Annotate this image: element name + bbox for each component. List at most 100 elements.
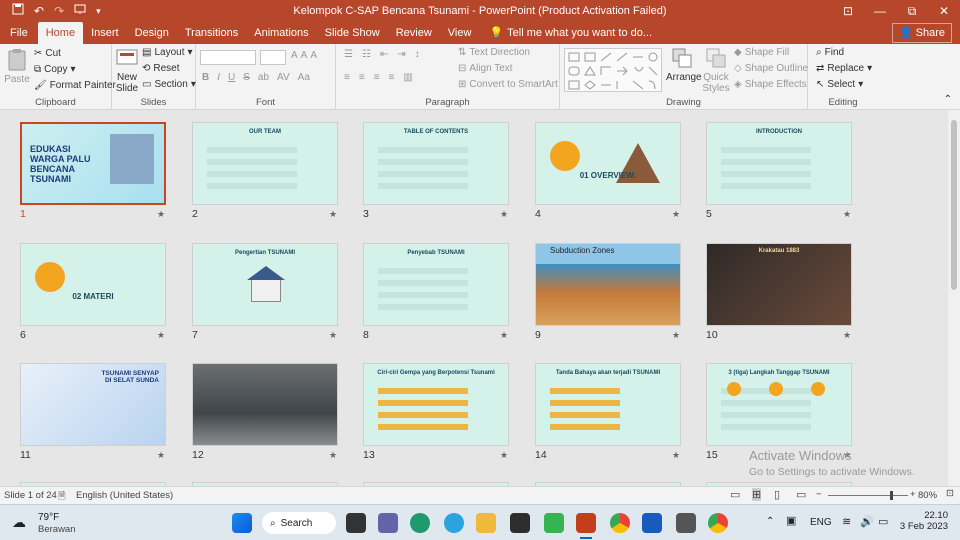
layout-button[interactable]: ▤ Layout ▾	[142, 47, 193, 58]
slide-thumbnail[interactable]: 02 MATERI	[20, 243, 166, 326]
tab-file[interactable]: File	[0, 22, 38, 44]
underline-button[interactable]: U	[228, 72, 235, 83]
shadow-button[interactable]: AV	[277, 72, 290, 83]
ribbon-display-icon[interactable]: ⊡	[832, 0, 864, 22]
green-app-icon[interactable]	[544, 513, 564, 533]
windows-start-icon[interactable]	[232, 513, 252, 533]
align-right-icon[interactable]: ≡	[374, 72, 380, 83]
tab-slide-show[interactable]: Slide Show	[317, 22, 388, 44]
slide-thumbnail[interactable]: Krakatau 1883	[706, 243, 852, 326]
clock[interactable]: 22.10 3 Feb 2023	[898, 510, 948, 532]
chrome-icon[interactable]	[610, 513, 630, 533]
telegram-icon[interactable]	[444, 513, 464, 533]
strike-button[interactable]: S	[243, 72, 250, 83]
zoom-slider-thumb[interactable]	[890, 491, 893, 500]
powerpoint-icon[interactable]	[576, 513, 596, 533]
slide-thumbnail[interactable]: Pengertian TSUNAMI	[192, 243, 338, 326]
language-indicator[interactable]: ENG	[810, 517, 832, 528]
replace-button[interactable]: ⇄ Replace ▾	[816, 63, 872, 74]
transition-star-icon[interactable]: ★	[672, 450, 680, 461]
change-case-button[interactable]: Aa	[298, 72, 310, 83]
scrollbar-thumb[interactable]	[951, 120, 957, 290]
shapes-gallery[interactable]	[564, 48, 662, 92]
transition-star-icon[interactable]: ★	[672, 330, 680, 341]
numbering-icon[interactable]: ☷	[362, 49, 371, 60]
reading-view-icon[interactable]: ▯	[774, 488, 780, 501]
zoom-in-button[interactable]: +	[910, 489, 916, 500]
slide-thumbnail[interactable]: Ciri-ciri Gempa yang Berpotensi Tsunami	[363, 363, 509, 446]
slide-thumbnail[interactable]: EDUKASI WARGA PALU BENCANA TSUNAMI	[20, 122, 166, 205]
bold-button[interactable]: B	[202, 72, 209, 83]
redo-icon[interactable]: ↷	[54, 0, 64, 22]
slide-thumbnail[interactable]: INTRODUCTION	[706, 122, 852, 205]
line-spacing-icon[interactable]: ↕	[415, 49, 420, 60]
shape-effects-button[interactable]: ◈ Shape Effects	[734, 79, 807, 90]
font-name-input[interactable]	[200, 50, 256, 65]
sticky-app-icon[interactable]	[510, 513, 530, 533]
edge-icon[interactable]	[410, 513, 430, 533]
transition-star-icon[interactable]: ★	[329, 209, 337, 220]
tray-app-icon[interactable]: ▣	[786, 514, 796, 527]
transition-star-icon[interactable]: ★	[329, 330, 337, 341]
tab-insert[interactable]: Insert	[83, 22, 127, 44]
restore-button[interactable]: ⧉	[896, 0, 928, 22]
slide-thumbnail[interactable]: Subduction Zones	[535, 243, 681, 326]
slide-thumbnail[interactable]: TSUNAMI SENYAP DI SELAT SUNDA	[20, 363, 166, 446]
share-button[interactable]: 👤 Share	[891, 23, 952, 43]
slide-thumbnail[interactable]: OUR TEAM	[192, 122, 338, 205]
transition-star-icon[interactable]: ★	[843, 330, 851, 341]
columns-icon[interactable]: ▥	[403, 72, 412, 83]
camera-icon[interactable]	[676, 513, 696, 533]
slide-thumbnail[interactable]	[192, 363, 338, 446]
minimize-button[interactable]: —	[864, 0, 896, 22]
zoom-level[interactable]: 80%	[918, 490, 937, 501]
undo-icon[interactable]: ↶	[34, 0, 44, 22]
volume-icon[interactable]: 🔊	[860, 515, 874, 528]
tell-me-search[interactable]: 💡 Tell me what you want to do...	[479, 22, 652, 44]
language-indicator[interactable]: English (United States)	[76, 490, 173, 501]
reset-button[interactable]: ⟲ Reset	[142, 63, 180, 74]
zoom-slider[interactable]	[828, 491, 908, 500]
clear-format-button[interactable]: A	[310, 50, 317, 61]
chrome-profile-icon[interactable]	[708, 513, 728, 533]
italic-button[interactable]: I	[217, 72, 220, 83]
transition-star-icon[interactable]: ★	[500, 209, 508, 220]
wifi-icon[interactable]: ≋	[842, 515, 851, 528]
align-center-icon[interactable]: ≡	[359, 72, 365, 83]
shape-outline-button[interactable]: ◇ Shape Outline	[734, 63, 808, 74]
fit-window-icon[interactable]: ⊡	[946, 488, 954, 499]
decrease-indent-icon[interactable]: ⇤	[380, 49, 388, 60]
save-icon[interactable]	[12, 0, 24, 22]
spellcheck-icon[interactable]: 🗎	[58, 489, 66, 505]
select-button[interactable]: ↖ Select ▾	[816, 79, 863, 90]
copy-button[interactable]: ⧉ Copy ▾	[34, 64, 76, 75]
file-explorer-icon[interactable]	[476, 513, 496, 533]
transition-star-icon[interactable]: ★	[500, 450, 508, 461]
tab-design[interactable]: Design	[127, 22, 177, 44]
section-button[interactable]: ▭ Section ▾	[142, 79, 196, 90]
slide-thumbnail[interactable]: Tanda Bahaya akan terjadi TSUNAMI	[535, 363, 681, 446]
taskbar-search[interactable]: ⌕ Search	[262, 512, 336, 534]
transition-star-icon[interactable]: ★	[157, 330, 165, 341]
transition-star-icon[interactable]: ★	[157, 450, 165, 461]
slide-thumbnail[interactable]: 01 OVERVIEW:	[535, 122, 681, 205]
cut-button[interactable]: ✂ Cut	[34, 48, 61, 59]
transition-star-icon[interactable]: ★	[672, 209, 680, 220]
bullets-icon[interactable]: ☰	[344, 49, 353, 60]
task-view-icon[interactable]	[346, 513, 366, 533]
tab-view[interactable]: View	[440, 22, 480, 44]
normal-view-icon[interactable]: ▭	[730, 488, 740, 501]
transition-star-icon[interactable]: ★	[843, 209, 851, 220]
teams-icon[interactable]	[378, 513, 398, 533]
slide-thumbnail[interactable]: 3 (tiga) Langkah Tanggap TSUNAMI	[706, 363, 852, 446]
find-button[interactable]: ⌕ Find	[816, 47, 844, 58]
slide-thumbnail[interactable]: TABLE OF CONTENTS	[363, 122, 509, 205]
align-text-button[interactable]: ⊟ Align Text	[458, 63, 513, 74]
transition-star-icon[interactable]: ★	[500, 330, 508, 341]
format-painter-button[interactable]: 🖌 Format Painter	[34, 80, 116, 91]
quick-styles-button[interactable]: Quick Styles	[700, 46, 732, 94]
tray-chevron-icon[interactable]: ⌃	[766, 516, 774, 527]
text-direction-button[interactable]: ⇅ Text Direction	[458, 47, 530, 58]
tab-review[interactable]: Review	[388, 22, 440, 44]
convert-smartart-button[interactable]: ⊞ Convert to SmartArt	[458, 79, 558, 90]
